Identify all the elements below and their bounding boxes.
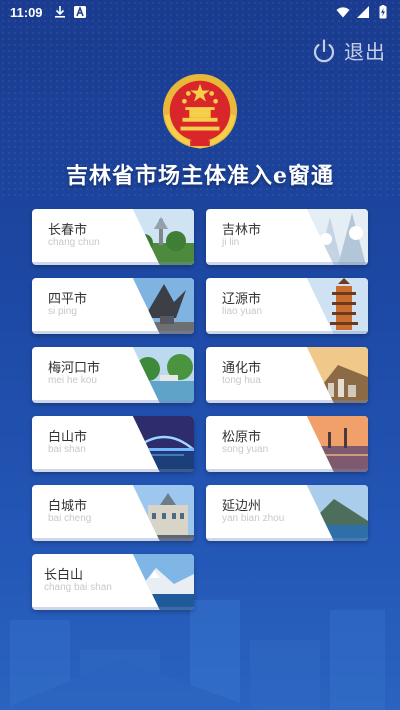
signal-icon — [357, 6, 369, 18]
city-name: 长白山 — [44, 568, 84, 583]
city-name: 白山市 — [48, 430, 88, 445]
city-name: 梅河口市 — [48, 361, 101, 376]
city-card-changbaishan[interactable]: 长白山 chang bai shan — [32, 554, 194, 610]
city-card-siping[interactable]: 四平市 si ping — [32, 278, 194, 334]
snow-mountain-photo — [132, 554, 194, 610]
park-lake-photo — [132, 347, 194, 403]
city-card-songyuan[interactable]: 松原市 song yuan — [206, 416, 368, 472]
city-card-jilin[interactable]: 吉林市 ji lin — [206, 209, 368, 265]
city-card-yanbian[interactable]: 延边州 yan bian zhou — [206, 485, 368, 541]
city-pinyin: yan bian zhou — [222, 513, 285, 524]
city-pinyin: bai shan — [48, 444, 86, 455]
logout-label: 退出 — [344, 40, 386, 64]
city-pinyin: tong hua — [222, 375, 261, 386]
city-name: 长春市 — [48, 223, 88, 238]
battery-charging-icon — [379, 5, 387, 19]
app-screen: 11:09 退出 吉林省市场主体准入e窗通 长春市 chang chun 吉林市… — [0, 0, 400, 710]
city-name: 通化市 — [222, 361, 262, 376]
city-name: 辽源市 — [222, 292, 262, 307]
city-pinyin: ji lin — [222, 237, 240, 248]
city-card-tonghua[interactable]: 通化市 tong hua — [206, 347, 368, 403]
city-pinyin: song yuan — [222, 444, 269, 455]
night-bridge-photo — [132, 416, 194, 472]
city-card-baishan[interactable]: 白山市 bai shan — [32, 416, 194, 472]
power-icon — [313, 38, 335, 62]
city-card-liaoyuan[interactable]: 辽源市 liao yuan — [206, 278, 368, 334]
a-badge-icon — [73, 5, 86, 18]
city-pinyin: chang chun — [48, 237, 100, 248]
city-card-meihekou[interactable]: 梅河口市 mei he kou — [32, 347, 194, 403]
mountain-lake-photo — [306, 485, 368, 541]
eagle-monument-photo — [132, 278, 194, 334]
city-pinyin: bai cheng — [48, 513, 92, 524]
pagoda-photo — [306, 278, 368, 334]
city-name: 吉林市 — [222, 223, 262, 238]
national-emblem-icon — [162, 73, 238, 149]
logout-button[interactable]: 退出 — [310, 36, 386, 65]
park-tower-photo — [132, 209, 194, 265]
rime-trees-photo — [306, 209, 368, 265]
status-time: 11:09 — [10, 4, 43, 20]
hillside-city-photo — [306, 347, 368, 403]
city-pinyin: mei he kou — [48, 375, 97, 386]
city-card-changchun[interactable]: 长春市 chang chun — [32, 209, 194, 265]
city-pinyin: si ping — [48, 306, 77, 317]
city-pinyin: chang bai shan — [44, 582, 112, 593]
sunset-river-photo — [306, 416, 368, 472]
city-name: 四平市 — [48, 292, 88, 307]
status-bar: 11:09 — [0, 0, 400, 24]
city-name: 松原市 — [222, 430, 262, 445]
city-card-baicheng[interactable]: 白城市 bai cheng — [32, 485, 194, 541]
wifi-icon — [336, 7, 350, 18]
city-name: 白城市 — [48, 499, 88, 514]
city-name: 延边州 — [222, 499, 262, 514]
app-title: 吉林省市场主体准入e窗通 — [66, 163, 334, 189]
download-icon — [54, 6, 65, 18]
building-photo — [132, 485, 194, 541]
city-pinyin: liao yuan — [222, 306, 263, 317]
